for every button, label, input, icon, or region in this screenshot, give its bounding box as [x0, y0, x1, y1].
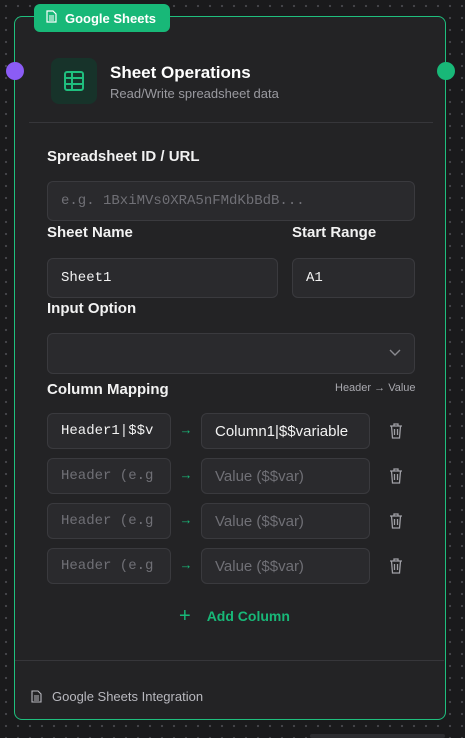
mapping-value-input-3[interactable]: Value ($$var): [201, 503, 370, 539]
spreadsheet-id-input[interactable]: e.g. 1BxiMVs0XRA5nFMdKbBdB...: [47, 181, 415, 221]
input-option-select[interactable]: [47, 333, 415, 374]
output-port[interactable]: [437, 62, 455, 80]
spreadsheet-grid-icon: [51, 58, 97, 104]
column-mapping-hint: Header → Value: [335, 382, 416, 394]
sheet-doc-icon: [31, 690, 42, 703]
mapping-arrow-icon: →: [179, 467, 193, 482]
node-subtitle: Read/Write spreadsheet data: [110, 85, 279, 101]
add-column-label: Add Column: [206, 608, 290, 624]
canvas-scrollbar[interactable]: [310, 734, 445, 738]
mapping-header-input-1[interactable]: Header1|$$v: [47, 413, 171, 449]
start-range-input[interactable]: A1: [292, 258, 415, 298]
mapping-value-input-2[interactable]: Value ($$var): [201, 458, 370, 494]
mapping-arrow-icon: →: [179, 557, 193, 572]
sheet-name-input[interactable]: Sheet1: [47, 258, 278, 298]
mapping-arrow-icon: →: [179, 422, 193, 437]
input-option-label: Input Option: [47, 300, 137, 317]
footer-divider: [15, 660, 444, 661]
spreadsheet-id-label: Spreadsheet ID / URL: [47, 148, 200, 165]
node-type-badge: Google Sheets: [34, 4, 171, 32]
add-column-button[interactable]: + Add Column: [179, 606, 290, 626]
footer-label: Google Sheets Integration: [52, 689, 204, 704]
delete-row-trash-icon[interactable]: [388, 467, 404, 485]
input-port[interactable]: [6, 62, 24, 80]
column-mapping-label: Column Mapping: [47, 381, 169, 398]
sheet-doc-icon: [46, 10, 57, 26]
delete-row-trash-icon[interactable]: [388, 557, 404, 575]
header-divider: [29, 122, 433, 123]
node-footer: Google Sheets Integration: [31, 689, 203, 704]
start-range-label: Start Range: [292, 224, 377, 241]
plus-icon: +: [179, 605, 191, 627]
mapping-header-input-2[interactable]: Header (e.g: [47, 458, 171, 494]
mapping-value-input-4[interactable]: Value ($$var): [201, 548, 370, 584]
node-header: Sheet Operations Read/Write spreadsheet …: [51, 58, 279, 104]
mapping-header-input-4[interactable]: Header (e.g: [47, 548, 171, 584]
node-title: Sheet Operations: [110, 62, 251, 82]
sheet-operations-node[interactable]: Sheet Operations Read/Write spreadsheet …: [14, 16, 446, 720]
delete-row-trash-icon[interactable]: [388, 512, 404, 530]
badge-label: Google Sheets: [65, 10, 157, 26]
sheet-name-label: Sheet Name: [47, 224, 133, 241]
mapping-value-input-1[interactable]: Column1|$$variable: [201, 413, 370, 449]
delete-row-trash-icon[interactable]: [388, 422, 404, 440]
chevron-down-icon: [389, 346, 401, 362]
mapping-arrow-icon: →: [179, 512, 193, 527]
mapping-header-input-3[interactable]: Header (e.g: [47, 503, 171, 539]
